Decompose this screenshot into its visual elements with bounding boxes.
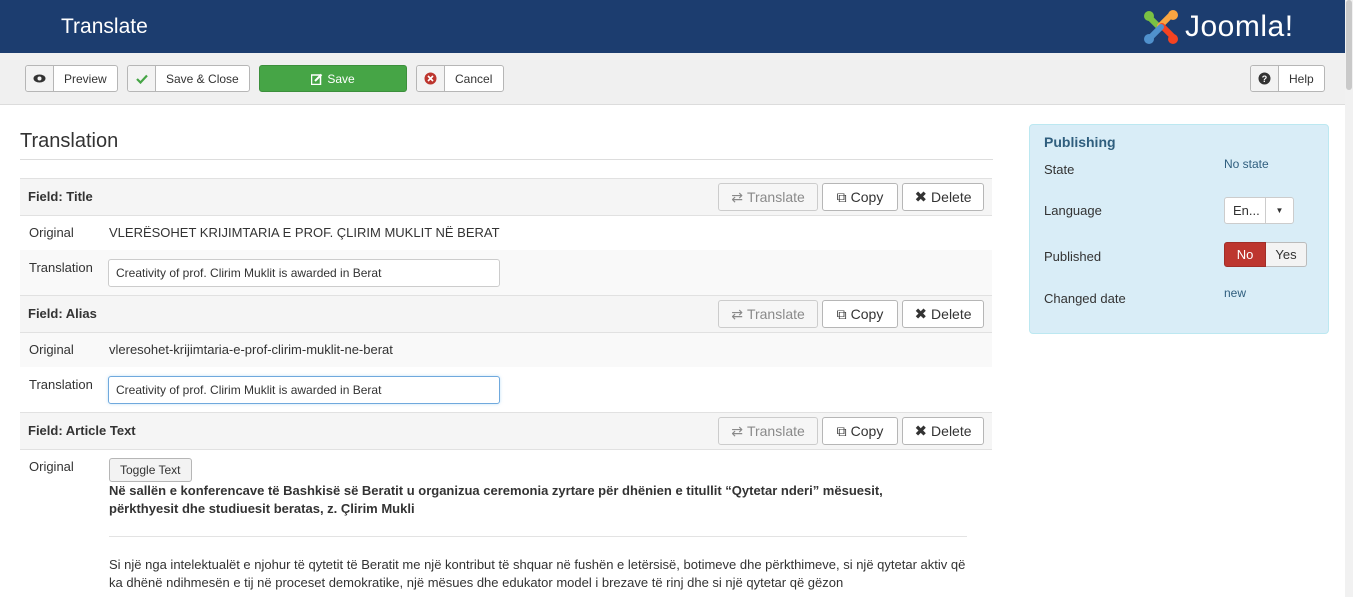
scrollbar[interactable] bbox=[1345, 0, 1353, 597]
page-title: Translate bbox=[61, 15, 148, 38]
eye-icon bbox=[26, 66, 54, 91]
logo-text: Joomla! bbox=[1185, 10, 1294, 43]
divider bbox=[109, 536, 967, 537]
toolbar: Preview Save & Close Save Cancel ? Help bbox=[0, 53, 1353, 105]
question-icon: ? bbox=[1251, 66, 1279, 91]
caret-down-icon: ▼ bbox=[1265, 198, 1293, 223]
published-no-button[interactable]: No bbox=[1224, 242, 1266, 267]
publishing-panel: Publishing State No state Language En...… bbox=[1029, 124, 1329, 334]
copy-label: Copy bbox=[850, 306, 884, 322]
copy-icon: ⧉ bbox=[836, 188, 847, 205]
delete-icon: ✖ bbox=[914, 306, 928, 323]
translate-button[interactable]: ⇄ Translate bbox=[718, 300, 818, 328]
translate-label: Translate bbox=[746, 306, 805, 322]
cancel-label: Cancel bbox=[455, 71, 493, 86]
save-close-label: Save & Close bbox=[166, 71, 239, 86]
language-label: Language bbox=[1044, 203, 1102, 218]
divider bbox=[20, 159, 993, 160]
changed-date-label: Changed date bbox=[1044, 291, 1126, 306]
language-value: En... bbox=[1233, 203, 1260, 218]
preview-label: Preview bbox=[64, 71, 107, 86]
original-value: vleresohet-krijimtaria-e-prof-clirim-muk… bbox=[109, 342, 393, 357]
translate-button[interactable]: ⇄ Translate bbox=[718, 183, 818, 211]
original-label: Original bbox=[29, 459, 74, 474]
cancel-button[interactable]: Cancel bbox=[416, 65, 504, 92]
panel-title: Publishing bbox=[1044, 134, 1116, 150]
joomla-logo[interactable]: Joomla! bbox=[1142, 7, 1294, 47]
field-label: Field: Alias bbox=[28, 306, 97, 321]
edit-icon bbox=[311, 73, 323, 85]
help-label: Help bbox=[1289, 71, 1314, 86]
shuffle-icon: ⇄ bbox=[731, 422, 743, 439]
copy-button[interactable]: ⧉ Copy bbox=[822, 183, 898, 211]
article-paragraph: Si një nga intelektualët e njohur të qyt… bbox=[109, 557, 966, 590]
copy-label: Copy bbox=[850, 423, 884, 439]
help-button[interactable]: ? Help bbox=[1250, 65, 1325, 92]
alias-translation-input[interactable]: Creativity of prof. Clirim Muklit is awa… bbox=[108, 376, 500, 404]
field-header-article: Field: Article Text ⇄ Translate ⧉ Copy ✖ De… bbox=[20, 412, 992, 450]
original-label: Original bbox=[29, 225, 74, 240]
scrollbar-thumb[interactable] bbox=[1346, 0, 1352, 90]
translation-label: Translation bbox=[29, 260, 93, 275]
header-bar: Translate Joomla! bbox=[0, 0, 1353, 53]
changed-date-value: new bbox=[1224, 286, 1247, 300]
original-value: VLERËSOHET KRIJIMTARIA E PROF. ÇLIRIM MU… bbox=[109, 225, 500, 240]
copy-label: Copy bbox=[850, 189, 884, 205]
field-label: Field: Article Text bbox=[28, 423, 136, 438]
preview-button[interactable]: Preview bbox=[25, 65, 118, 92]
title-translation-input[interactable]: Creativity of prof. Clirim Muklit is awa… bbox=[108, 259, 500, 287]
language-select[interactable]: En... ▼ bbox=[1224, 197, 1294, 224]
published-label: Published bbox=[1044, 249, 1102, 264]
section-title: Translation bbox=[20, 130, 119, 152]
copy-icon: ⧉ bbox=[836, 422, 847, 439]
translate-label: Translate bbox=[746, 423, 805, 439]
delete-button[interactable]: ✖ Delete bbox=[902, 417, 984, 445]
save-label: Save bbox=[327, 71, 355, 86]
article-lead: Në sallën e konferencave të Bashkisë së … bbox=[109, 483, 883, 516]
state-value: No state bbox=[1224, 157, 1269, 171]
shuffle-icon: ⇄ bbox=[731, 305, 743, 322]
shuffle-icon: ⇄ bbox=[731, 188, 743, 205]
translation-label: Translation bbox=[29, 377, 93, 392]
published-yes-button[interactable]: Yes bbox=[1266, 242, 1307, 267]
copy-button[interactable]: ⧉ Copy bbox=[822, 417, 898, 445]
translate-button[interactable]: ⇄ Translate bbox=[718, 417, 818, 445]
save-close-button[interactable]: Save & Close bbox=[127, 65, 250, 92]
state-label: State bbox=[1044, 162, 1075, 177]
joomla-logo-icon bbox=[1144, 10, 1178, 44]
copy-button[interactable]: ⧉ Copy bbox=[822, 300, 898, 328]
original-label: Original bbox=[29, 342, 74, 357]
field-header-title: Field: Title ⇄ Translate ⧉ Copy ✖ Delete bbox=[20, 178, 992, 216]
delete-label: Delete bbox=[931, 189, 972, 205]
translate-label: Translate bbox=[746, 189, 805, 205]
check-icon bbox=[128, 66, 156, 91]
delete-button[interactable]: ✖ Delete bbox=[902, 183, 984, 211]
delete-icon: ✖ bbox=[914, 423, 928, 440]
toggle-text-button[interactable]: Toggle Text bbox=[109, 458, 192, 482]
published-toggle: No Yes bbox=[1224, 242, 1307, 267]
cancel-icon bbox=[417, 66, 445, 91]
copy-icon: ⧉ bbox=[836, 305, 847, 322]
svg-text:?: ? bbox=[1262, 74, 1268, 84]
delete-button[interactable]: ✖ Delete bbox=[902, 300, 984, 328]
save-button[interactable]: Save bbox=[259, 65, 407, 92]
delete-icon: ✖ bbox=[914, 189, 928, 206]
delete-label: Delete bbox=[931, 423, 972, 439]
field-label: Field: Title bbox=[28, 189, 93, 204]
field-header-alias: Field: Alias ⇄ Translate ⧉ Copy ✖ Delete bbox=[20, 295, 992, 333]
delete-label: Delete bbox=[931, 306, 972, 322]
